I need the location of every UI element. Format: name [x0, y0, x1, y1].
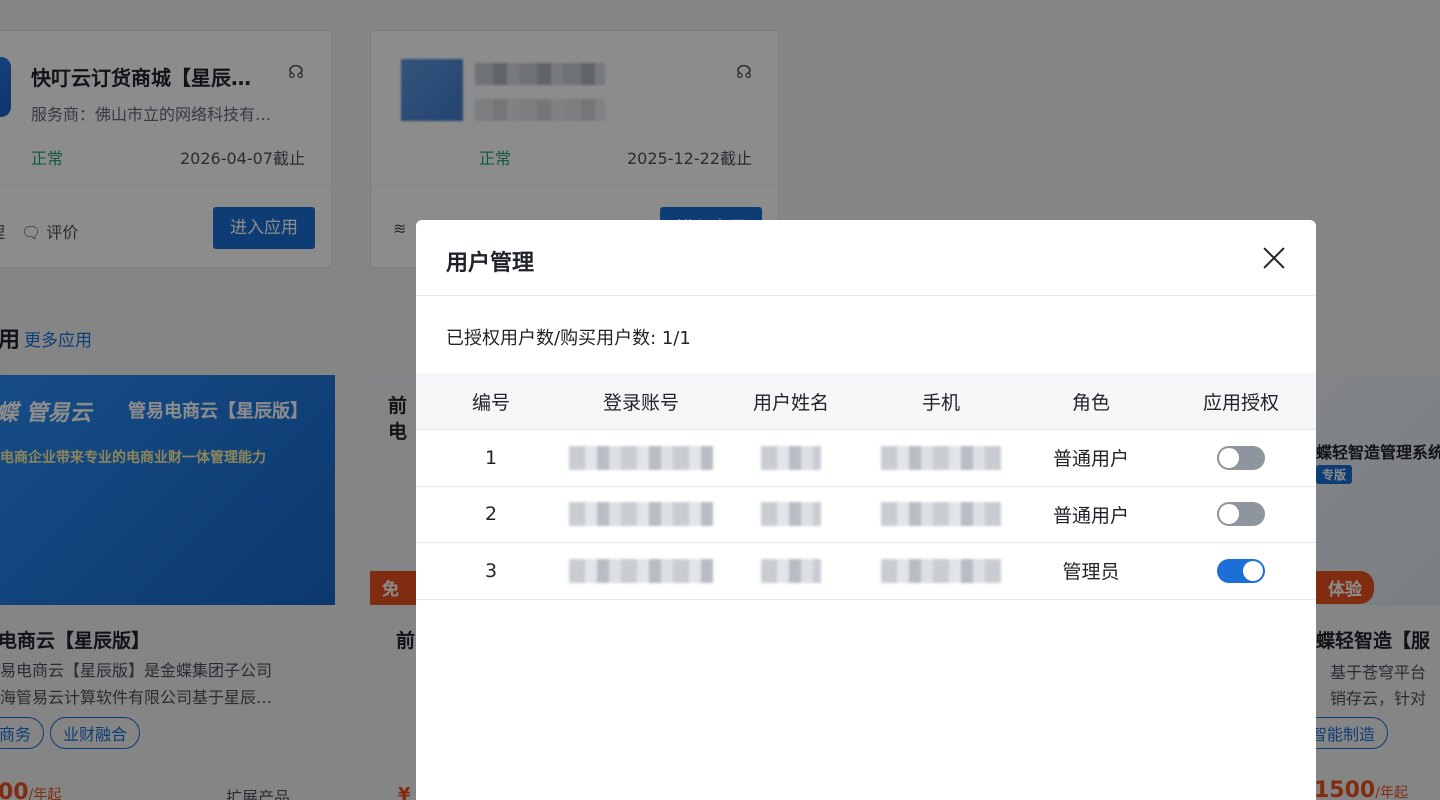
- authorization-toggle[interactable]: [1217, 502, 1265, 527]
- user-role: 普通用户: [1052, 448, 1129, 471]
- authorization-toggle[interactable]: [1217, 445, 1265, 470]
- column-header-role: 角色: [1071, 391, 1110, 414]
- dialog-header: 用户管理: [416, 220, 1316, 296]
- row-number: 1: [484, 446, 498, 469]
- close-icon[interactable]: [1262, 246, 1286, 270]
- column-header-app-authorization: 应用授权: [1202, 391, 1279, 414]
- toggle-knob: [1219, 504, 1239, 525]
- phone-redacted: [866, 543, 1016, 599]
- table-header: 编号 登录账号 用户姓名 手机 角色 应用授权: [416, 373, 1316, 430]
- user-name-redacted: [716, 430, 866, 486]
- user-table: 编号 登录账号 用户姓名 手机 角色 应用授权 1 普通用户 2 普通用户 3: [416, 373, 1316, 600]
- row-number: 3: [484, 559, 498, 582]
- authorized-user-count: 已授权用户数/购买用户数: 1/1: [446, 328, 691, 349]
- row-number: 2: [484, 503, 498, 526]
- dialog-title: 用户管理: [446, 251, 535, 276]
- user-name-redacted: [716, 487, 866, 543]
- login-account-redacted: [566, 487, 716, 543]
- user-management-dialog: 用户管理 已授权用户数/购买用户数: 1/1 编号 登录账号 用户姓名 手机 角…: [416, 220, 1316, 800]
- app-authorization-cell: [1166, 543, 1316, 599]
- column-header-phone: 手机: [921, 391, 960, 414]
- authorization-toggle[interactable]: [1217, 558, 1265, 583]
- login-account-redacted: [566, 430, 716, 486]
- phone-redacted: [866, 487, 1016, 543]
- column-header-account: 登录账号: [602, 391, 679, 414]
- table-row: 2 普通用户: [416, 487, 1316, 543]
- table-row: 1 普通用户: [416, 430, 1316, 487]
- toggle-knob: [1243, 560, 1263, 581]
- login-account-redacted: [566, 543, 716, 599]
- user-role: 管理员: [1062, 561, 1120, 584]
- column-header-name: 用户姓名: [752, 391, 829, 414]
- column-header-number: 编号: [471, 391, 510, 414]
- table-row: 3 管理员: [416, 543, 1316, 600]
- app-authorization-cell: [1166, 430, 1316, 486]
- user-role: 普通用户: [1052, 504, 1129, 527]
- app-authorization-cell: [1166, 487, 1316, 543]
- phone-redacted: [866, 430, 1016, 486]
- user-name-redacted: [716, 543, 866, 599]
- toggle-knob: [1219, 447, 1239, 468]
